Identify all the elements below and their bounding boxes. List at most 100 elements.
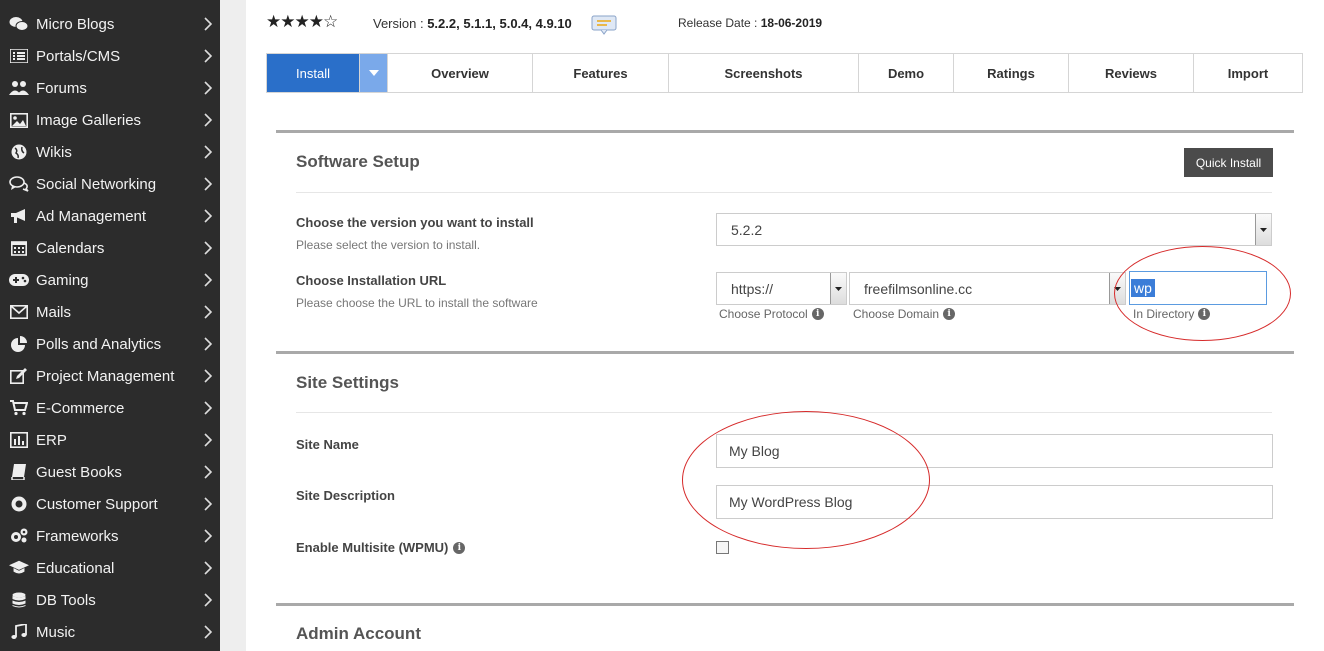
sidebar-item-label: Image Galleries: [36, 111, 142, 129]
envelope-icon: [9, 304, 29, 320]
sidebar-item-label: Customer Support: [36, 495, 158, 513]
graduation-cap-icon: [9, 560, 29, 576]
site-description-input[interactable]: My WordPress Blog: [716, 485, 1273, 519]
sidebar-item-label: Gaming: [36, 271, 89, 289]
domain-select[interactable]: freefilmsonline.cc: [849, 272, 1126, 305]
chevron-right-icon: [202, 528, 214, 544]
info-icon[interactable]: i: [811, 308, 824, 320]
sidebar-item-polls-and-analytics[interactable]: Polls and Analytics: [0, 328, 220, 360]
sidebar-item-music[interactable]: Music: [0, 616, 220, 648]
life-ring-icon: [9, 496, 29, 512]
sidebar-item-db-tools[interactable]: DB Tools: [0, 584, 220, 616]
chevron-right-icon: [202, 16, 214, 32]
caret-down-icon: [1114, 286, 1121, 291]
chevron-right-icon: [202, 400, 214, 416]
tab-overview[interactable]: Overview: [388, 54, 533, 92]
version-info: Version : 5.2.2, 5.1.1, 5.0.4, 4.9.10: [373, 16, 572, 31]
multisite-checkbox[interactable]: [716, 541, 729, 554]
caret-down-icon: [368, 70, 379, 76]
sidebar-item-frameworks[interactable]: Frameworks: [0, 520, 220, 552]
tab-reviews[interactable]: Reviews: [1069, 54, 1194, 92]
tab-demo[interactable]: Demo: [859, 54, 954, 92]
domain-hint-text: Choose Domain: [853, 307, 940, 321]
sidebar-item-educational[interactable]: Educational: [0, 552, 220, 584]
tab-label: Overview: [431, 65, 489, 81]
sidebar-item-micro-blogs[interactable]: Micro Blogs: [0, 8, 220, 40]
notes-icon[interactable]: [590, 14, 618, 36]
chevron-right-icon: [202, 368, 214, 384]
sidebar-item-label: ERP: [36, 431, 67, 449]
multisite-label: Enable Multisite (WPMU) i: [296, 540, 466, 555]
sidebar-item-label: Wikis: [36, 143, 72, 161]
sidebar-item-customer-support[interactable]: Customer Support: [0, 488, 220, 520]
version-select-arrow[interactable]: [1255, 214, 1271, 245]
database-icon: [9, 592, 29, 608]
section-divider: [276, 130, 1294, 133]
tab-label: Install: [296, 65, 330, 81]
install-panel: ★★★★☆ Version : 5.2.2, 5.1.1, 5.0.4, 4.9…: [246, 0, 1324, 651]
site-name-input[interactable]: My Blog: [716, 434, 1273, 468]
release-date: Release Date : 18-06-2019: [678, 16, 822, 30]
chevron-right-icon: [202, 272, 214, 288]
sidebar-item-gaming[interactable]: Gaming: [0, 264, 220, 296]
version-select[interactable]: 5.2.2: [716, 213, 1272, 246]
chevron-right-icon: [202, 208, 214, 224]
tab-label: Import: [1227, 65, 1269, 81]
sidebar-item-label: Mails: [36, 303, 72, 321]
site-description-value: My WordPress Blog: [729, 494, 853, 510]
sidebar-item-social-networking[interactable]: Social Networking: [0, 168, 220, 200]
info-icon[interactable]: i: [1198, 308, 1211, 320]
sidebar-item-label: Social Networking: [36, 175, 157, 193]
tab-features[interactable]: Features: [533, 54, 669, 92]
tab-import[interactable]: Import: [1194, 54, 1302, 92]
version-list: 5.2.2, 5.1.1, 5.0.4, 4.9.10: [427, 16, 572, 31]
tab-screenshots[interactable]: Screenshots: [669, 54, 859, 92]
sidebar-item-erp[interactable]: ERP: [0, 424, 220, 456]
site-name-label: Site Name: [296, 437, 359, 452]
chevron-right-icon: [202, 432, 214, 448]
url-field-help: Please choose the URL to install the sof…: [296, 296, 538, 310]
music-icon: [9, 624, 29, 640]
url-field-label: Choose Installation URL: [296, 273, 447, 288]
sidebar-item-guest-books[interactable]: Guest Books: [0, 456, 220, 488]
domain-value: freefilmsonline.cc: [864, 280, 973, 297]
sidebar-item-portals-cms[interactable]: Portals/CMS: [0, 40, 220, 72]
info-icon[interactable]: i: [943, 308, 956, 320]
sidebar-item-e-commerce[interactable]: E-Commerce: [0, 392, 220, 424]
release-value: 18-06-2019: [760, 16, 823, 30]
install-dropdown-caret[interactable]: [360, 54, 388, 92]
domain-select-arrow[interactable]: [1109, 273, 1125, 304]
directory-hint-text: In Directory: [1133, 307, 1195, 321]
sidebar-item-image-galleries[interactable]: Image Galleries: [0, 104, 220, 136]
sidebar-item-ad-management[interactable]: Ad Management: [0, 200, 220, 232]
section-separator: [296, 412, 1272, 413]
quick-install-button[interactable]: Quick Install: [1184, 148, 1273, 177]
chevron-right-icon: [202, 176, 214, 192]
book-icon: [9, 464, 29, 480]
tab-ratings[interactable]: Ratings: [954, 54, 1069, 92]
directory-input[interactable]: wp: [1129, 271, 1267, 305]
protocol-select[interactable]: https://: [716, 272, 847, 305]
version-select-value: 5.2.2: [731, 221, 763, 238]
chevron-right-icon: [202, 240, 214, 256]
sidebar-item-project-management[interactable]: Project Management: [0, 360, 220, 392]
tab-install[interactable]: Install: [267, 54, 360, 92]
directory-value: wp: [1131, 279, 1155, 297]
sidebar-item-calendars[interactable]: Calendars: [0, 232, 220, 264]
globe-icon: [9, 144, 29, 160]
sidebar-item-forums[interactable]: Forums: [0, 72, 220, 104]
version-field-label: Choose the version you want to install: [296, 215, 534, 230]
image-icon: [9, 112, 29, 128]
tab-label: Screenshots: [724, 65, 803, 81]
info-icon[interactable]: i: [453, 541, 466, 554]
tab-label: Demo: [887, 65, 925, 81]
protocol-hint: Choose Protocol i: [719, 307, 824, 321]
protocol-select-arrow[interactable]: [830, 273, 846, 304]
sidebar-item-label: Guest Books: [36, 463, 122, 481]
chevron-right-icon: [202, 464, 214, 480]
sidebar-item-wikis[interactable]: Wikis: [0, 136, 220, 168]
sidebar-item-mails[interactable]: Mails: [0, 296, 220, 328]
annotation-circle: [682, 411, 930, 549]
sidebar-item-label: Micro Blogs: [36, 15, 115, 33]
chevron-right-icon: [202, 624, 214, 640]
